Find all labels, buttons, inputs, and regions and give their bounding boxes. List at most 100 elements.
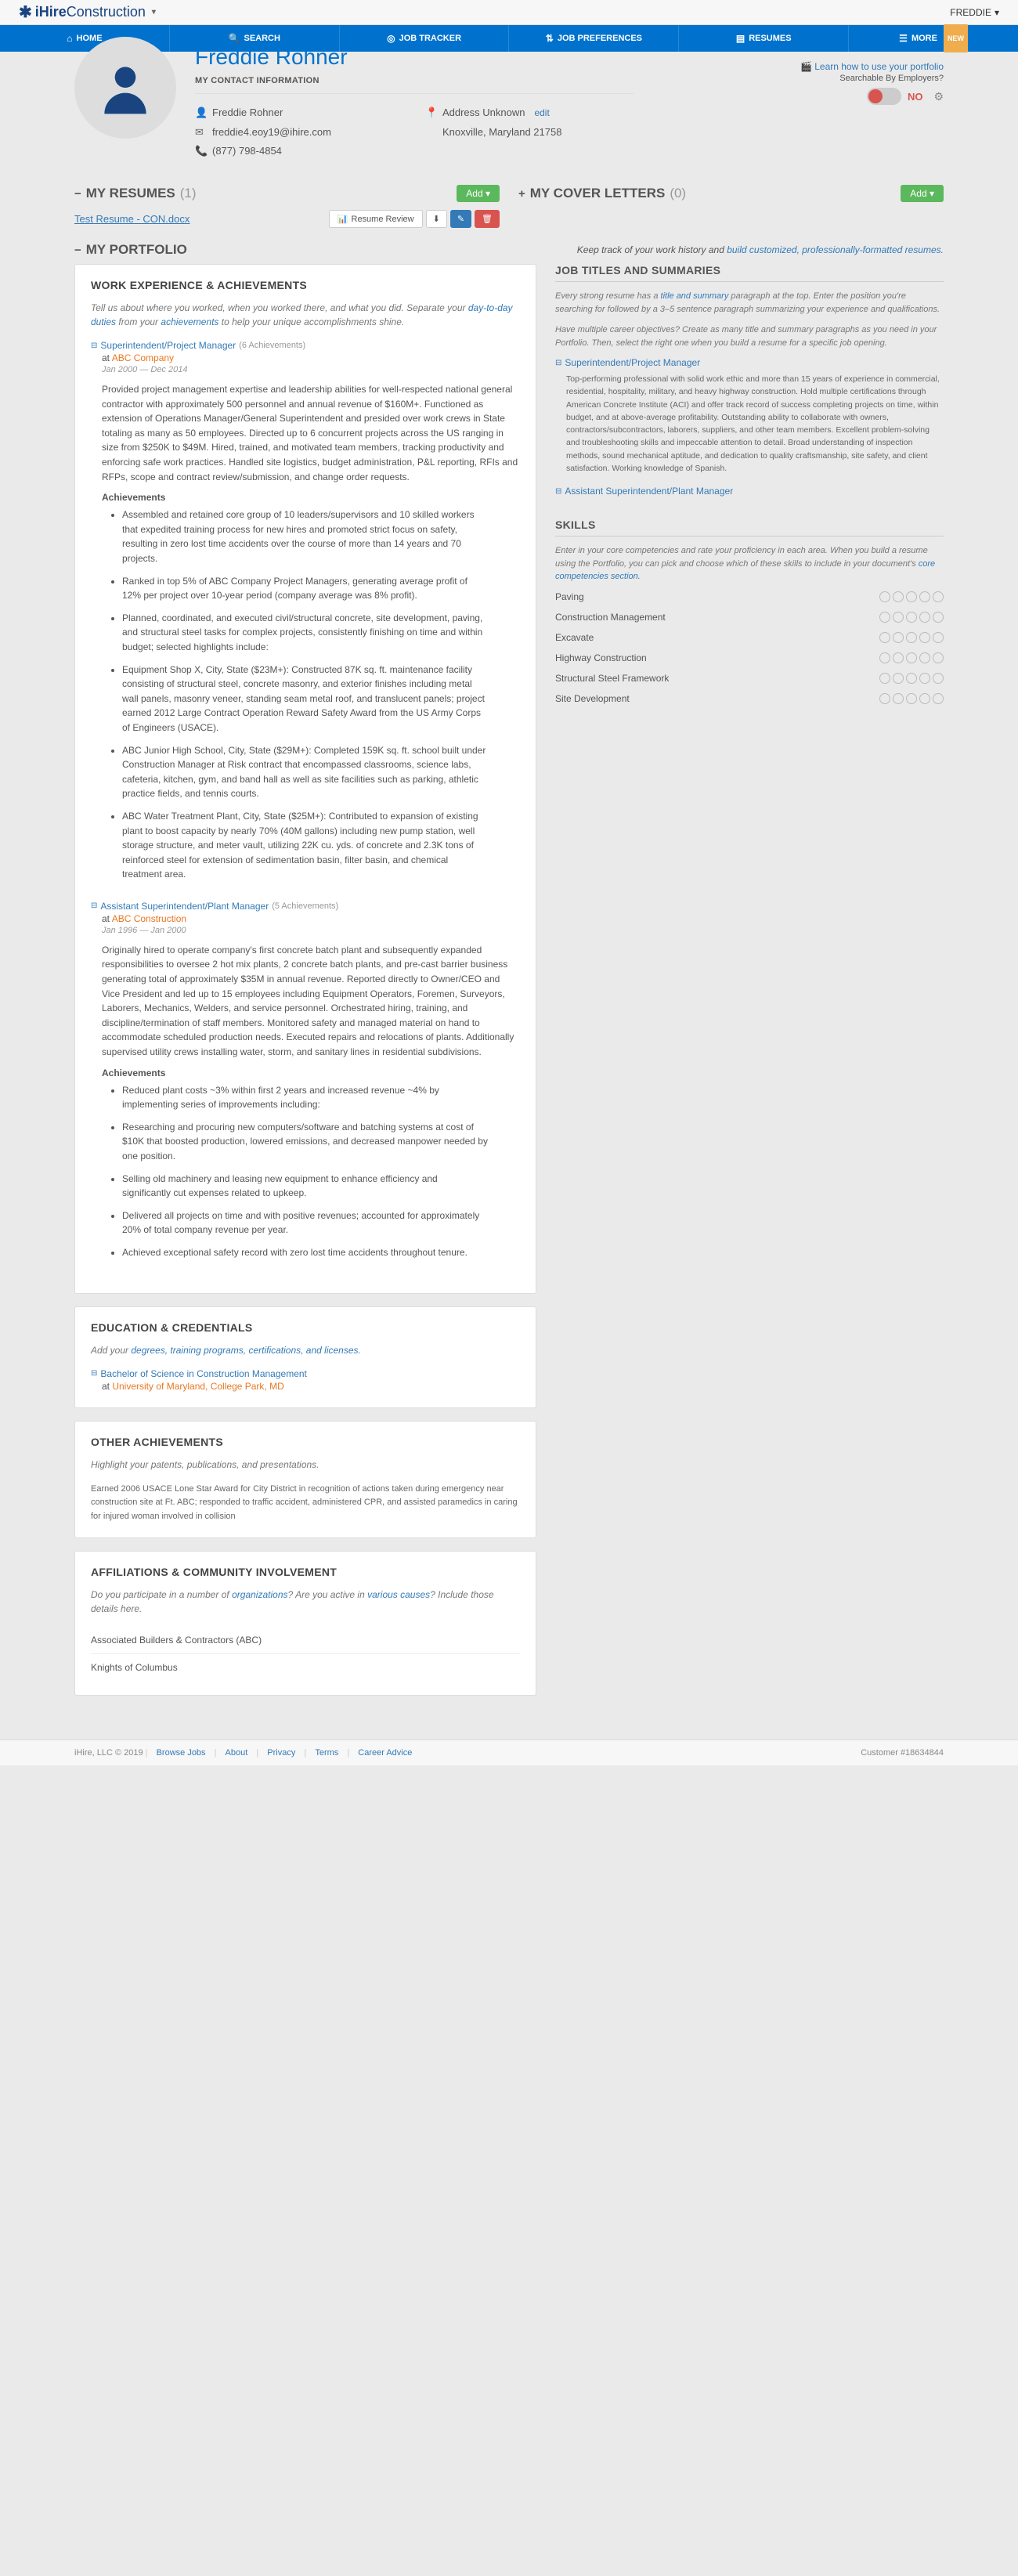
jts-item-link[interactable]: ⊟Superintendent/Project Manager xyxy=(555,357,944,368)
rating-dot[interactable] xyxy=(919,612,930,623)
rating-dot[interactable] xyxy=(933,591,944,602)
rating-dot[interactable] xyxy=(906,673,917,684)
entry-title-link[interactable]: ⊟Superintendent/Project Manager (6 Achie… xyxy=(91,340,520,351)
edit-button[interactable]: ✎ xyxy=(450,210,471,228)
footer: iHire, LLC © 2019 | Browse Jobs | About … xyxy=(0,1740,1018,1765)
searchable-toggle[interactable] xyxy=(867,88,901,105)
rating-dot[interactable] xyxy=(893,612,904,623)
achievement-item: Ranked in top 5% of ABC Company Project … xyxy=(122,574,520,603)
divider xyxy=(555,281,944,282)
edit-address-link[interactable]: edit xyxy=(534,104,549,122)
skill-rating[interactable] xyxy=(879,673,944,684)
skill-rating[interactable] xyxy=(879,652,944,663)
rating-dot[interactable] xyxy=(919,652,930,663)
rating-dot[interactable] xyxy=(933,652,944,663)
skill-row: Excavate xyxy=(555,632,944,643)
rating-dot[interactable] xyxy=(919,591,930,602)
company-link[interactable]: ABC Construction xyxy=(112,913,186,924)
rating-dot[interactable] xyxy=(906,612,917,623)
rating-dot[interactable] xyxy=(879,591,890,602)
rating-dot[interactable] xyxy=(893,591,904,602)
skills-section: SKILLS Enter in your core competencies a… xyxy=(555,518,944,704)
download-button[interactable]: ⬇ xyxy=(426,210,447,228)
rating-dot[interactable] xyxy=(879,693,890,704)
rating-dot[interactable] xyxy=(879,652,890,663)
skill-name: Excavate xyxy=(555,632,879,643)
entry-dates: Jan 1996 — Jan 2000 xyxy=(102,926,520,935)
rating-dot[interactable] xyxy=(879,612,890,623)
edu-link[interactable]: degrees, training programs, certificatio… xyxy=(131,1345,360,1356)
jts-item-link[interactable]: ⊟Assistant Superintendent/Plant Manager xyxy=(555,486,944,497)
avatar[interactable] xyxy=(74,37,176,139)
rating-dot[interactable] xyxy=(906,652,917,663)
footer-link[interactable]: Privacy xyxy=(267,1748,295,1758)
coverletters-heading[interactable]: +MY COVER LETTERS (0) xyxy=(518,186,686,201)
resume-item-link[interactable]: Test Resume - CON.docx xyxy=(74,213,190,225)
footer-link[interactable]: Terms xyxy=(315,1748,338,1758)
achievement-item: Delivered all projects on time and with … xyxy=(122,1209,520,1237)
rating-dot[interactable] xyxy=(893,693,904,704)
entry-company: at ABC Construction xyxy=(102,913,520,924)
rating-dot[interactable] xyxy=(919,673,930,684)
rating-dot[interactable] xyxy=(893,673,904,684)
achievement-item: ABC Water Treatment Plant, City, State (… xyxy=(122,809,520,882)
collapse-icon: ⊟ xyxy=(555,487,561,496)
brand-logo[interactable]: ✱ iHireConstruction ▾ xyxy=(19,2,156,22)
affiliation-item[interactable]: Knights of Columbus xyxy=(91,1654,520,1681)
work-entry: ⊟Superintendent/Project Manager (6 Achie… xyxy=(91,340,520,882)
rating-dot[interactable] xyxy=(906,591,917,602)
skill-rating[interactable] xyxy=(879,693,944,704)
achievements-header: Achievements xyxy=(102,492,520,503)
skill-rating[interactable] xyxy=(879,632,944,643)
collapse-icon: ⊟ xyxy=(91,341,97,350)
pencil-icon: ✎ xyxy=(457,214,464,224)
logo-icon: ✱ xyxy=(19,2,32,22)
skill-name: Highway Construction xyxy=(555,652,879,663)
rating-dot[interactable] xyxy=(933,632,944,643)
delete-button[interactable]: 🗑 xyxy=(475,210,500,228)
rating-dot[interactable] xyxy=(879,673,890,684)
skill-name: Construction Management xyxy=(555,612,879,623)
skill-row: Structural Steel Framework xyxy=(555,673,944,684)
new-badge: NEW xyxy=(944,24,968,52)
rating-dot[interactable] xyxy=(906,693,917,704)
home-icon: ⌂ xyxy=(67,25,72,52)
footer-link[interactable]: About xyxy=(226,1748,248,1758)
skill-rating[interactable] xyxy=(879,591,944,602)
collapse-icon: ⊟ xyxy=(91,901,97,910)
rating-dot[interactable] xyxy=(879,632,890,643)
company-link[interactable]: ABC Company xyxy=(112,352,174,363)
edu-degree[interactable]: ⊟Bachelor of Science in Construction Man… xyxy=(91,1368,520,1379)
rating-dot[interactable] xyxy=(919,632,930,643)
orgs-link[interactable]: organizations xyxy=(232,1589,287,1600)
entry-title-link[interactable]: ⊟Assistant Superintendent/Plant Manager … xyxy=(91,901,520,912)
rating-dot[interactable] xyxy=(893,632,904,643)
email-icon: ✉ xyxy=(195,123,206,143)
footer-link[interactable]: Browse Jobs xyxy=(157,1748,206,1758)
affiliation-item[interactable]: Associated Builders & Contractors (ABC) xyxy=(91,1627,520,1654)
portfolio-heading[interactable]: −MY PORTFOLIO xyxy=(74,242,187,258)
achievement-item: Selling old machinery and leasing new eq… xyxy=(122,1172,520,1201)
rating-dot[interactable] xyxy=(906,632,917,643)
title-summary-link[interactable]: title and summary xyxy=(661,291,729,301)
add-cover-button[interactable]: Add ▾ xyxy=(901,185,944,202)
causes-link[interactable]: various causes xyxy=(367,1589,430,1600)
resume-review-button[interactable]: 📊Resume Review xyxy=(329,210,423,228)
footer-link[interactable]: Career Advice xyxy=(358,1748,412,1758)
build-resumes-link[interactable]: build customized, professionally-formatt… xyxy=(727,244,944,255)
achievements-link[interactable]: achievements xyxy=(161,316,218,327)
skill-name: Site Development xyxy=(555,693,879,704)
add-resume-button[interactable]: Add ▾ xyxy=(457,185,500,202)
jts-summary: Top-performing professional with solid w… xyxy=(566,373,944,475)
work-title: WORK EXPERIENCE & ACHIEVEMENTS xyxy=(91,279,520,291)
user-menu[interactable]: FREDDIE ▾ xyxy=(950,7,999,18)
rating-dot[interactable] xyxy=(893,652,904,663)
download-icon: ⬇ xyxy=(433,214,440,224)
rating-dot[interactable] xyxy=(933,612,944,623)
rating-dot[interactable] xyxy=(933,693,944,704)
rating-dot[interactable] xyxy=(933,673,944,684)
school-link[interactable]: University of Maryland, College Park, MD xyxy=(112,1381,283,1392)
resumes-heading[interactable]: −MY RESUMES (1) xyxy=(74,186,197,201)
skill-rating[interactable] xyxy=(879,612,944,623)
rating-dot[interactable] xyxy=(919,693,930,704)
